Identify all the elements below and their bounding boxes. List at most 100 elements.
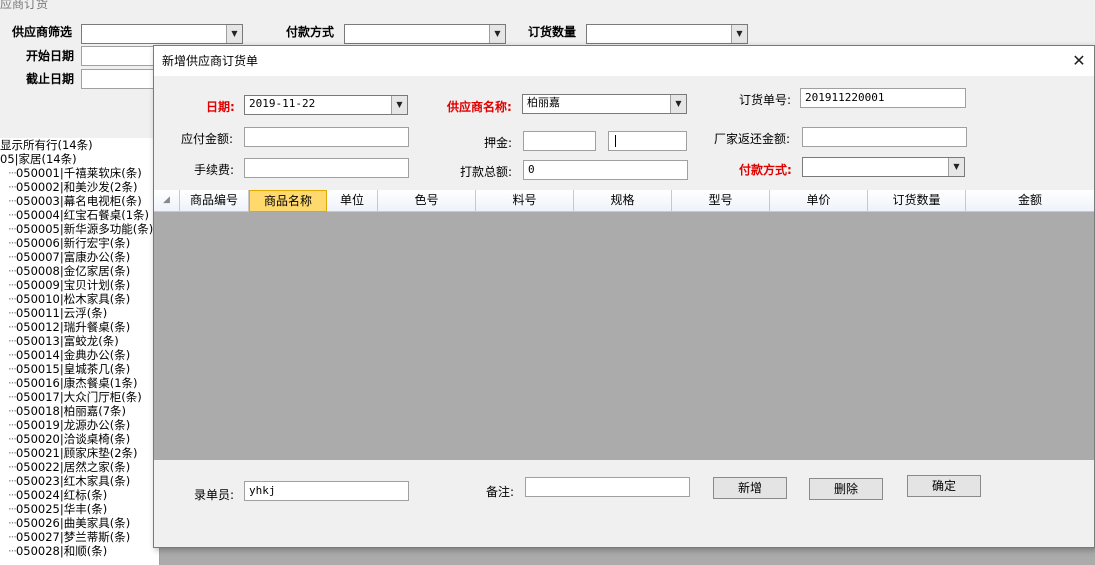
tree-item-label: 050007|富康办公(条) xyxy=(15,250,131,264)
tree-item-label: 050023|红木家具(条) xyxy=(15,474,131,488)
chevron-down-icon[interactable]: ▼ xyxy=(731,25,747,43)
tree-item[interactable]: ···050024|红标(条) xyxy=(0,488,159,502)
chevron-down-icon[interactable]: ▼ xyxy=(670,95,686,113)
tree-item[interactable]: ···050010|松木家具(条) xyxy=(0,292,159,306)
supplier-tree[interactable]: 显示所有行(14条) 05|家居(14条) ···050001|千禧莱软床(条)… xyxy=(0,138,160,565)
supplier-name-value: 柏丽嘉 xyxy=(527,96,560,109)
tree-item[interactable]: ···050003|幕名电视柜(条) xyxy=(0,194,159,208)
remark-label: 备注: xyxy=(486,485,515,499)
tree-item-label: 050001|千禧莱软床(条) xyxy=(15,166,142,180)
tree-item[interactable]: ···050015|皇城茶几(条) xyxy=(0,362,159,376)
date-label: 日期: xyxy=(206,100,235,114)
tree-connector: ··· xyxy=(8,292,17,306)
tree-category[interactable]: 05|家居(14条) xyxy=(0,152,159,166)
tree-item-label: 050014|金典办公(条) xyxy=(15,348,131,362)
tree-item-label: 050021|顾家床垫(2条) xyxy=(15,446,138,460)
tree-item[interactable]: ···050005|新华源多功能(条) xyxy=(0,222,159,236)
payable-input[interactable] xyxy=(244,127,409,147)
tree-item[interactable]: ···050013|富蛟龙(条) xyxy=(0,334,159,348)
col-header[interactable]: 订货数量 xyxy=(868,190,966,212)
remark-input[interactable] xyxy=(525,477,690,497)
tree-item[interactable]: ···050012|瑞升餐桌(条) xyxy=(0,320,159,334)
tree-connector: ··· xyxy=(8,418,17,432)
tree-item[interactable]: ···050007|富康办公(条) xyxy=(0,250,159,264)
tree-item[interactable]: ···050014|金典办公(条) xyxy=(0,348,159,362)
tree-item[interactable]: ···050009|宝贝计划(条) xyxy=(0,278,159,292)
window-title: 应商订货 xyxy=(0,0,49,11)
order-no-input[interactable]: 201911220001 xyxy=(800,88,966,108)
tree-item-label: 050002|和美沙发(2条) xyxy=(15,180,138,194)
tree-item-label: 050022|居然之家(条) xyxy=(15,460,131,474)
tree-connector: ··· xyxy=(8,488,17,502)
date-combo[interactable]: 2019-11-22 ▼ xyxy=(244,95,408,115)
pay-method-combo[interactable]: ▼ xyxy=(802,157,965,177)
tree-item[interactable]: ···050019|龙源办公(条) xyxy=(0,418,159,432)
tree-item-label: 050020|洽谈桌椅(条) xyxy=(15,432,131,446)
tree-item[interactable]: ···050008|金亿家居(条) xyxy=(0,264,159,278)
tree-connector: ··· xyxy=(8,376,17,390)
tree-item-label: 050025|华丰(条) xyxy=(15,502,108,516)
chevron-down-icon[interactable]: ▼ xyxy=(391,96,407,114)
tree-item[interactable]: ···050022|居然之家(条) xyxy=(0,460,159,474)
col-header[interactable]: 金额 xyxy=(966,190,1094,212)
deposit-label: 押金: xyxy=(484,136,513,150)
tree-item[interactable]: ···050026|曲美家具(条) xyxy=(0,516,159,530)
tree-item[interactable]: ···050006|新行宏宇(条) xyxy=(0,236,159,250)
chevron-down-icon[interactable]: ▼ xyxy=(489,25,505,43)
tree-root-all[interactable]: 显示所有行(14条) xyxy=(0,138,159,152)
tree-item-label: 050010|松木家具(条) xyxy=(15,292,131,306)
rebate-input[interactable] xyxy=(802,127,967,147)
delete-button[interactable]: 删除 xyxy=(809,478,883,500)
tree-item[interactable]: ···050025|华丰(条) xyxy=(0,502,159,516)
tree-item-label: 050013|富蛟龙(条) xyxy=(15,334,119,348)
grid-header: ◢ 商品编号 商品名称 单位 色号 料号 规格 型号 单价 订货数量 金额 xyxy=(154,190,1094,212)
tree-item-label: 050003|幕名电视柜(条) xyxy=(15,194,142,208)
tree-item[interactable]: ···050001|千禧莱软床(条) xyxy=(0,166,159,180)
total-input[interactable]: 0 xyxy=(523,160,688,180)
tree-connector: ··· xyxy=(8,362,17,376)
tree-item[interactable]: ···050027|梦兰蒂斯(条) xyxy=(0,530,159,544)
col-header[interactable]: 色号 xyxy=(378,190,476,212)
tree-item-label: 050012|瑞升餐桌(条) xyxy=(15,320,131,334)
tree-item[interactable]: ···050028|和顺(条) xyxy=(0,544,159,558)
tree-item[interactable]: ···050011|云浮(条) xyxy=(0,306,159,320)
col-header[interactable]: 料号 xyxy=(476,190,574,212)
close-icon[interactable]: ✕ xyxy=(1068,50,1090,72)
deposit-extra-input[interactable] xyxy=(608,131,687,151)
tree-item-label: 050027|梦兰蒂斯(条) xyxy=(15,530,131,544)
tree-connector: ··· xyxy=(8,432,17,446)
supplier-name-combo[interactable]: 柏丽嘉 ▼ xyxy=(522,94,687,114)
order-items-grid[interactable]: ◢ 商品编号 商品名称 单位 色号 料号 规格 型号 单价 订货数量 金额 xyxy=(154,190,1094,460)
tree-item[interactable]: ···050023|红木家具(条) xyxy=(0,474,159,488)
deposit-input[interactable] xyxy=(523,131,596,151)
col-header[interactable]: 单价 xyxy=(770,190,868,212)
tree-item[interactable]: ···050016|康杰餐桌(1条) xyxy=(0,376,159,390)
add-button[interactable]: 新增 xyxy=(713,477,787,499)
chevron-down-icon[interactable]: ▼ xyxy=(226,25,242,43)
tree-item[interactable]: ···050017|大众门厅柜(条) xyxy=(0,390,159,404)
confirm-button[interactable]: 确定 xyxy=(907,475,981,497)
qty-filter-combo[interactable]: ▼ xyxy=(586,24,748,44)
tree-item-label: 050004|红宝石餐桌(1条) xyxy=(15,208,150,222)
text-cursor xyxy=(615,135,616,147)
tree-item[interactable]: ···050021|顾家床垫(2条) xyxy=(0,446,159,460)
end-date-input[interactable] xyxy=(81,69,161,89)
tree-item[interactable]: ···050002|和美沙发(2条) xyxy=(0,180,159,194)
col-header[interactable]: 单位 xyxy=(327,190,378,212)
col-header[interactable]: 规格 xyxy=(574,190,672,212)
tree-connector: ··· xyxy=(8,530,17,544)
start-date-input[interactable] xyxy=(81,46,161,66)
col-header-selected[interactable]: 商品名称 xyxy=(249,190,327,212)
tree-item[interactable]: ···050020|洽谈桌椅(条) xyxy=(0,432,159,446)
payment-filter-combo[interactable]: ▼ xyxy=(344,24,506,44)
tree-connector: ··· xyxy=(8,194,17,208)
supplier-filter-combo[interactable]: ▼ xyxy=(81,24,243,44)
operator-input[interactable]: yhkj xyxy=(244,481,409,501)
tree-item[interactable]: ···050004|红宝石餐桌(1条) xyxy=(0,208,159,222)
col-header[interactable]: 商品编号 xyxy=(180,190,249,212)
chevron-down-icon[interactable]: ▼ xyxy=(948,158,964,176)
tree-item[interactable]: ···050018|柏丽嘉(7条) xyxy=(0,404,159,418)
col-header[interactable]: 型号 xyxy=(672,190,770,212)
qty-filter-label: 订货数量 xyxy=(528,25,577,39)
fee-input[interactable] xyxy=(244,158,409,178)
